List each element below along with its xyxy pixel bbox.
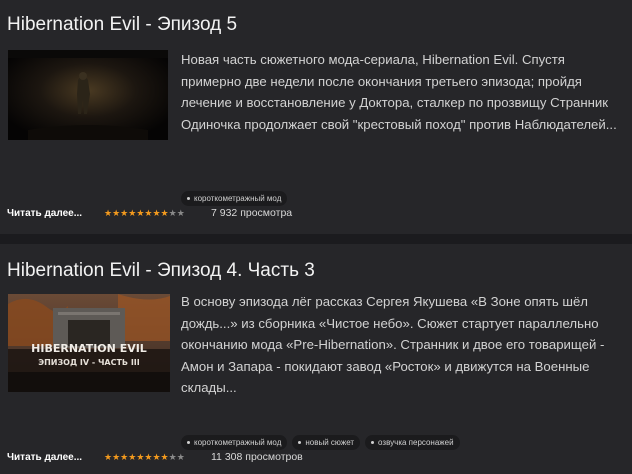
article-description: Новая часть сюжетного мода-сериала, Hibe…	[181, 52, 617, 132]
rating-stars[interactable]: ★ ★ ★ ★ ★ ★ ★ ★ ★ ★	[104, 452, 211, 462]
star-icon[interactable]: ★	[136, 208, 144, 218]
tag[interactable]: короткометражный мод	[181, 191, 288, 206]
view-count: 11 308 просмотров	[211, 451, 303, 463]
read-more-link[interactable]: Читать далее...	[7, 208, 104, 219]
star-icon[interactable]: ★	[152, 208, 160, 218]
star-icon[interactable]: ★	[120, 208, 128, 218]
tag-list: короткометражный мод новый сюжет озвучка…	[181, 435, 460, 450]
tag[interactable]: короткометражный мод	[181, 435, 288, 450]
view-count: 7 932 просмотра	[211, 207, 293, 219]
star-icon[interactable]: ★	[120, 452, 128, 462]
star-icon[interactable]: ★	[128, 208, 136, 218]
thumbnail-subtitle-text: ЭПИЗОД IV - ЧАСТЬ III	[38, 358, 140, 367]
star-icon[interactable]: ★	[161, 452, 169, 462]
star-icon[interactable]: ★	[177, 208, 185, 218]
read-more-link[interactable]: Читать далее...	[7, 452, 104, 463]
article-card: Hibernation Evil - Эпизод 4. Часть 3 HIB…	[0, 244, 632, 474]
star-icon[interactable]: ★	[161, 208, 169, 218]
article-footer: Читать далее... ★ ★ ★ ★ ★ ★ ★ ★ ★ ★ 11 308 просмо…	[7, 451, 303, 463]
star-icon[interactable]: ★	[128, 452, 136, 462]
star-icon[interactable]: ★	[104, 208, 112, 218]
star-icon[interactable]: ★	[112, 208, 120, 218]
article-thumbnail[interactable]: HIBERNATION EVIL ЭПИЗОД IV - ЧАСТЬ III	[8, 294, 170, 392]
article-card: Hibernation Evil - Эпизод 5 Новая часть …	[0, 0, 632, 234]
tag-list: короткометражный мод	[181, 191, 288, 206]
article-title[interactable]: Hibernation Evil - Эпизод 5	[7, 14, 237, 36]
star-icon[interactable]: ★	[169, 452, 177, 462]
article-footer: Читать далее... ★ ★ ★ ★ ★ ★ ★ ★ ★ ★ 7 932 просмот…	[7, 207, 292, 219]
star-icon[interactable]: ★	[177, 452, 185, 462]
tag[interactable]: озвучка персонажей	[365, 435, 460, 450]
star-icon[interactable]: ★	[104, 452, 112, 462]
star-icon[interactable]: ★	[144, 208, 152, 218]
rating-stars[interactable]: ★ ★ ★ ★ ★ ★ ★ ★ ★ ★	[104, 208, 211, 218]
tag[interactable]: новый сюжет	[292, 435, 361, 450]
thumbnail-title-text: HIBERNATION EVIL	[31, 342, 147, 355]
star-icon[interactable]: ★	[144, 452, 152, 462]
star-icon[interactable]: ★	[112, 452, 120, 462]
star-icon[interactable]: ★	[169, 208, 177, 218]
star-icon[interactable]: ★	[136, 452, 144, 462]
star-icon[interactable]: ★	[152, 452, 160, 462]
article-thumbnail[interactable]	[8, 50, 168, 140]
article-title[interactable]: Hibernation Evil - Эпизод 4. Часть 3	[7, 260, 315, 282]
article-description: В основу эпизода лёг рассказ Сергея Якуш…	[181, 294, 605, 395]
